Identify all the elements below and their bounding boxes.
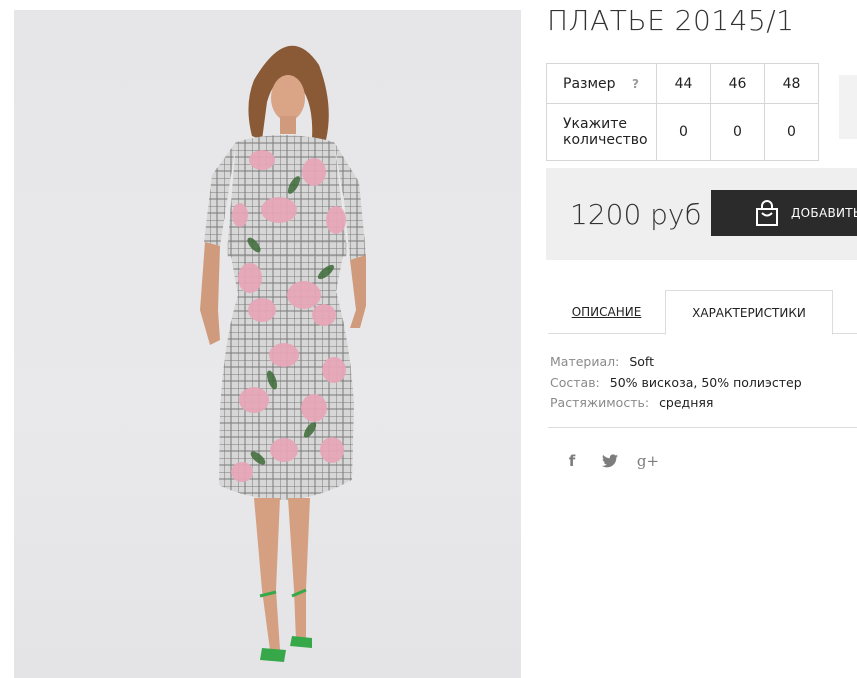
- quantity-label-line1: Укажите: [563, 116, 628, 132]
- characteristic-key: Растяжимость:: [550, 395, 650, 410]
- characteristic-key: Материал:: [550, 354, 620, 369]
- divider: [548, 427, 857, 428]
- twitter-bird-icon: [602, 454, 618, 468]
- quantity-input-46[interactable]: 0: [710, 103, 765, 161]
- characteristic-value: 50% вискоза, 50% полиэстер: [609, 374, 802, 390]
- side-panel-edge: [839, 75, 857, 139]
- social-share: f g+: [562, 450, 659, 472]
- price-panel: 1200 руб ДОБАВИТЬ: [546, 168, 857, 260]
- size-label: Размер: [563, 75, 616, 92]
- tab-description[interactable]: ОПИСАНИЕ: [548, 290, 665, 334]
- characteristic-row: Растяжимость: средняя: [550, 393, 802, 414]
- add-to-cart-button[interactable]: ДОБАВИТЬ: [711, 190, 857, 236]
- price: 1200 руб: [570, 198, 702, 231]
- product-title: ПЛАТЬЕ 20145/1: [547, 4, 795, 37]
- size-46: 46: [710, 63, 765, 104]
- characteristics-list: Материал: Soft Состав: 50% вискоза, 50% …: [550, 352, 802, 414]
- twitter-icon[interactable]: [600, 450, 620, 472]
- characteristic-key: Состав:: [550, 374, 600, 390]
- shopping-bag-icon: [756, 200, 778, 226]
- characteristic-value: средняя: [659, 395, 714, 410]
- product-tabs: ОПИСАНИЕ ХАРАКТЕРИСТИКИ: [548, 290, 857, 335]
- product-photo[interactable]: [14, 10, 521, 678]
- characteristic-value: Soft: [629, 354, 654, 369]
- tab-characteristics[interactable]: ХАРАКТЕРИСТИКИ: [665, 290, 833, 335]
- googleplus-icon[interactable]: g+: [637, 450, 659, 472]
- size-48: 48: [764, 63, 819, 104]
- facebook-icon[interactable]: f: [562, 450, 582, 472]
- quantity-label-line2: количество: [563, 132, 648, 148]
- product-photo-illustration: [200, 45, 366, 662]
- add-to-cart-label: ДОБАВИТЬ: [791, 206, 857, 220]
- size-44: 44: [656, 63, 711, 104]
- characteristic-row: Состав: 50% вискоза, 50% полиэстер: [550, 373, 802, 394]
- size-quantity-table: Размер ? 44 46 48 Укажите количество 0 0…: [546, 63, 819, 161]
- quantity-input-44[interactable]: 0: [656, 103, 711, 161]
- size-help-icon[interactable]: ?: [632, 77, 639, 91]
- quantity-label-cell: Укажите количество: [546, 103, 657, 161]
- quantity-input-48[interactable]: 0: [764, 103, 819, 161]
- size-row: Размер ? 44 46 48: [546, 63, 819, 104]
- characteristic-row: Материал: Soft: [550, 352, 802, 373]
- size-label-cell: Размер ?: [546, 63, 657, 104]
- quantity-row: Укажите количество 0 0 0: [546, 103, 819, 161]
